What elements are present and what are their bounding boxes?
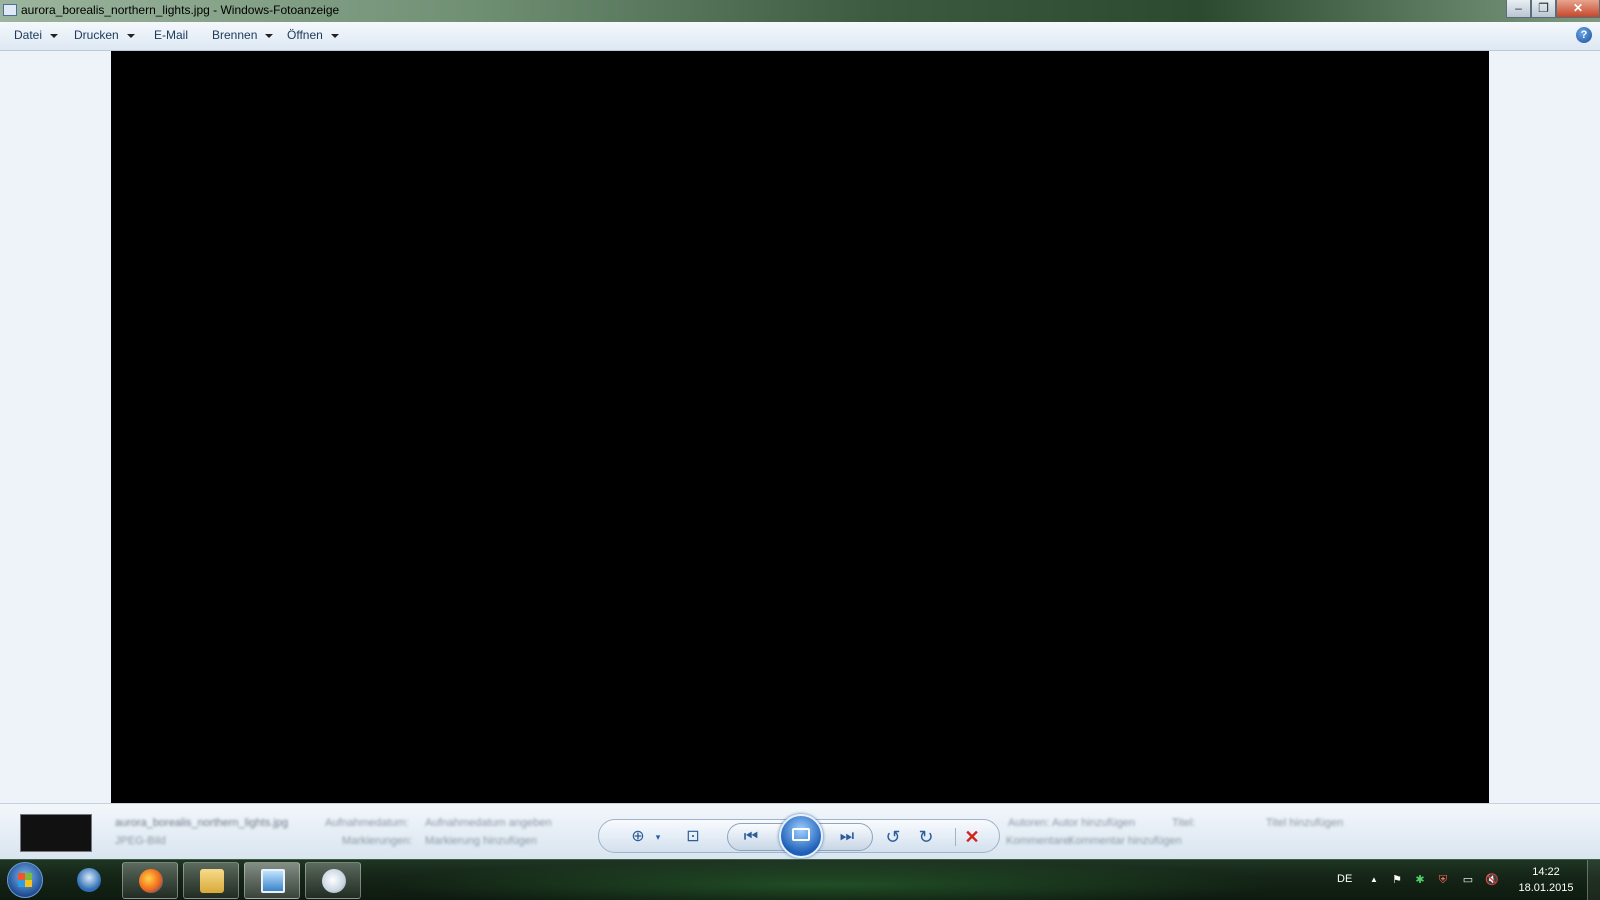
menu-oeffnen[interactable]: Öffnen: [287, 28, 339, 42]
menu-email-label: E-Mail: [154, 28, 189, 42]
zoom-icon[interactable]: ⊕: [627, 826, 649, 848]
menu-oeffnen-label: Öffnen: [287, 28, 323, 42]
controls-divider: [955, 828, 956, 846]
maximize-icon: ❐: [1538, 1, 1549, 15]
photo-viewer-icon: [261, 869, 285, 893]
delete-icon[interactable]: ✕: [961, 826, 983, 848]
taskbar-explorer[interactable]: [183, 862, 239, 899]
slideshow-button[interactable]: [779, 814, 823, 858]
info-tags-label: Markierungen:: [342, 835, 413, 847]
security-shield-icon[interactable]: ⛨: [1437, 874, 1449, 886]
details-and-controls-panel: aurora_borealis_northern_lights.jpg Aufn…: [0, 803, 1600, 859]
chevron-down-icon: [126, 33, 135, 38]
firefox-icon: [139, 869, 163, 893]
taskbar-photo-viewer[interactable]: [244, 862, 300, 899]
info-authors-value[interactable]: Autor hinzufügen: [1052, 817, 1135, 829]
menu-datei[interactable]: Datei: [14, 28, 59, 42]
chevron-down-icon: [50, 33, 59, 38]
menu-datei-label: Datei: [14, 28, 43, 42]
menu-brennen[interactable]: Brennen: [212, 28, 274, 42]
photo-display[interactable]: [111, 51, 1489, 803]
info-tags-value[interactable]: Markierung hinzufügen: [425, 835, 537, 847]
info-comments-label: Kommentare:: [1006, 835, 1073, 847]
sync-icon[interactable]: ✱: [1414, 874, 1426, 886]
taskbar-thunderbird[interactable]: [61, 862, 117, 899]
photo-thumbnail[interactable]: [20, 814, 92, 852]
image-viewer-area[interactable]: [0, 51, 1600, 803]
menu-email[interactable]: E-Mail: [154, 28, 188, 42]
taskbar-paint[interactable]: [305, 862, 361, 899]
rotate-left-icon[interactable]: ↺: [882, 826, 904, 848]
menu-bar: Datei Drucken E-Mail Brennen Öffnen ?: [0, 22, 1600, 51]
info-date-label: Aufnahmedatum:: [325, 817, 409, 829]
info-filename: aurora_borealis_northern_lights.jpg: [115, 817, 289, 829]
show-desktop-button[interactable]: [1587, 860, 1600, 900]
close-icon: ✕: [1572, 1, 1584, 15]
info-title-label: Titel:: [1172, 817, 1196, 829]
info-title-value[interactable]: Titel hinzufügen: [1266, 817, 1343, 829]
taskbar-background-glow: [380, 860, 1280, 900]
clock[interactable]: 14:22 18.01.2015: [1515, 864, 1577, 896]
info-comments-value[interactable]: Kommentar hinzufügen: [1068, 835, 1182, 847]
clock-date: 18.01.2015: [1518, 882, 1574, 894]
folder-icon: [200, 869, 224, 893]
info-date-value[interactable]: Aufnahmedatum angeben: [425, 817, 552, 829]
rotate-right-icon[interactable]: ↻: [915, 826, 937, 848]
network-icon[interactable]: ▭: [1462, 874, 1474, 886]
next-icon[interactable]: ⏭: [836, 826, 858, 848]
taskbar-firefox[interactable]: [122, 862, 178, 899]
window-title: aurora_borealis_northern_lights.jpg - Wi…: [21, 3, 340, 17]
start-button[interactable]: [7, 862, 43, 898]
chevron-down-icon: [265, 33, 274, 38]
zoom-dropdown-chevron-down-icon[interactable]: ▾: [647, 826, 669, 848]
action-center-flag-icon[interactable]: ⚑: [1391, 874, 1403, 886]
fit-to-window-icon[interactable]: ⊡: [682, 826, 704, 848]
help-icon[interactable]: ?: [1576, 27, 1592, 43]
info-file-type: JPEG-Bild: [115, 835, 166, 847]
menu-brennen-label: Brennen: [212, 28, 258, 42]
info-authors-label: Autoren:: [1008, 817, 1050, 829]
paint-palette-icon: [322, 869, 346, 893]
maximize-button[interactable]: ❐: [1531, 0, 1556, 18]
taskbar: DE ▲ ⚑ ✱ ⛨ ▭ 🔇 14:22 18.01.2015: [0, 859, 1600, 900]
window-controls: – ❐ ✕: [1506, 0, 1600, 20]
close-button[interactable]: ✕: [1556, 0, 1600, 18]
volume-muted-icon[interactable]: 🔇: [1485, 874, 1499, 886]
minimize-icon: –: [1515, 1, 1522, 15]
viewer-controls: ⊕ ▾ ⊡ ⏮ ⏭ ↺ ↻ ✕: [598, 814, 1000, 858]
title-bar[interactable]: aurora_borealis_northern_lights.jpg - Wi…: [0, 0, 1600, 22]
thunderbird-icon: [77, 868, 101, 892]
clock-time: 14:22: [1532, 866, 1560, 878]
language-indicator[interactable]: DE: [1337, 873, 1352, 885]
minimize-button[interactable]: –: [1506, 0, 1531, 18]
photo-viewer-app-icon[interactable]: [3, 4, 17, 16]
previous-icon[interactable]: ⏮: [740, 826, 762, 848]
windows-logo-icon: [18, 873, 32, 887]
slideshow-icon: [792, 828, 810, 841]
menu-drucken-label: Drucken: [74, 28, 119, 42]
show-hidden-icons-icon[interactable]: ▲: [1368, 874, 1380, 886]
chevron-down-icon: [330, 33, 339, 38]
menu-drucken[interactable]: Drucken: [74, 28, 135, 42]
